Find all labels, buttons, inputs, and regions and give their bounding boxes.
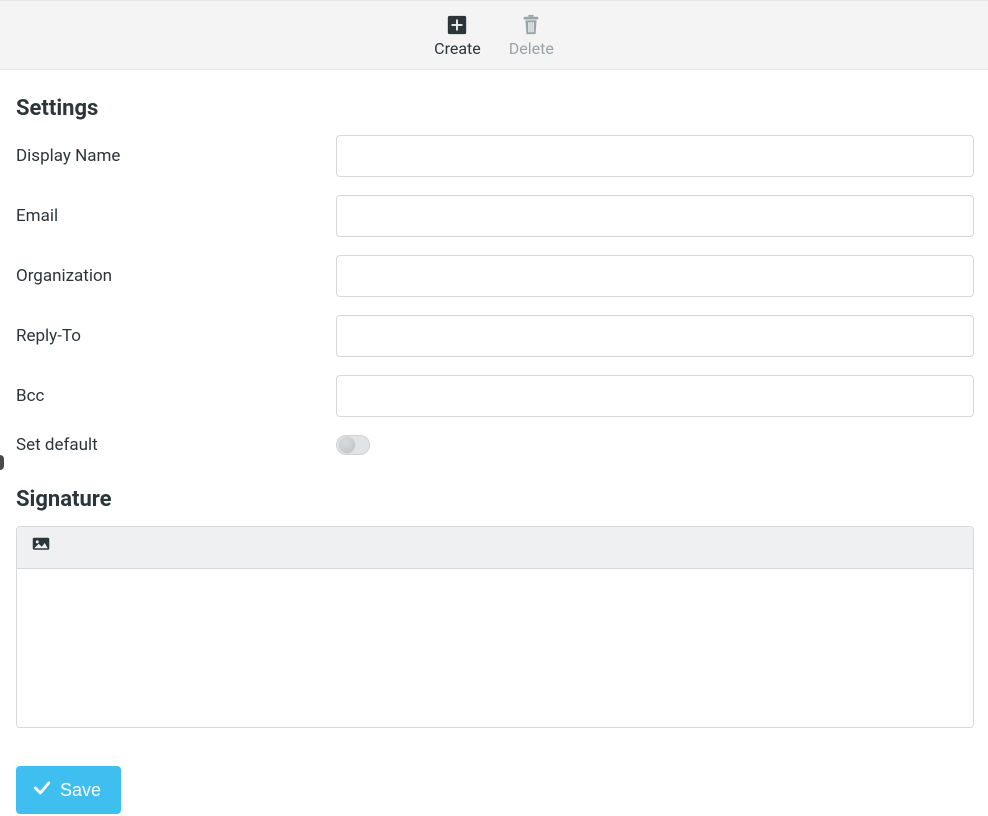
row-organization: Organization — [16, 255, 974, 297]
check-icon — [32, 778, 52, 803]
row-set-default: Set default — [16, 435, 974, 455]
signature-section: Signature — [16, 487, 974, 728]
save-label: Save — [60, 780, 101, 801]
label-reply-to: Reply-To — [16, 326, 336, 346]
row-email: Email — [16, 195, 974, 237]
email-input[interactable] — [336, 195, 974, 237]
delete-label: Delete — [509, 41, 554, 57]
signature-title: Signature — [16, 487, 974, 512]
toolbar: Create Delete — [0, 0, 988, 70]
label-organization: Organization — [16, 266, 336, 286]
bcc-input[interactable] — [336, 375, 974, 417]
reply-to-input[interactable] — [336, 315, 974, 357]
insert-image-button[interactable] — [27, 534, 55, 562]
trash-icon — [519, 13, 543, 37]
signature-body[interactable] — [17, 569, 973, 727]
image-icon — [30, 537, 52, 559]
row-reply-to: Reply-To — [16, 315, 974, 357]
create-label: Create — [434, 41, 481, 57]
toggle-knob — [339, 437, 355, 453]
create-button[interactable]: Create — [434, 13, 481, 57]
row-bcc: Bcc — [16, 375, 974, 417]
row-display-name: Display Name — [16, 135, 974, 177]
delete-button: Delete — [509, 13, 554, 57]
save-button[interactable]: Save — [16, 766, 121, 814]
label-bcc: Bcc — [16, 386, 336, 406]
organization-input[interactable] — [336, 255, 974, 297]
actions: Save — [16, 766, 974, 814]
label-email: Email — [16, 206, 336, 226]
plus-square-icon — [445, 13, 469, 37]
label-set-default: Set default — [16, 435, 336, 455]
signature-editor — [16, 526, 974, 728]
display-name-input[interactable] — [336, 135, 974, 177]
label-display-name: Display Name — [16, 146, 336, 166]
decorative-edge — [0, 455, 4, 470]
set-default-toggle[interactable] — [336, 435, 370, 455]
settings-title: Settings — [16, 96, 974, 121]
editor-toolbar — [17, 527, 973, 569]
content-area: Settings Display Name Email Organization… — [0, 70, 988, 814]
